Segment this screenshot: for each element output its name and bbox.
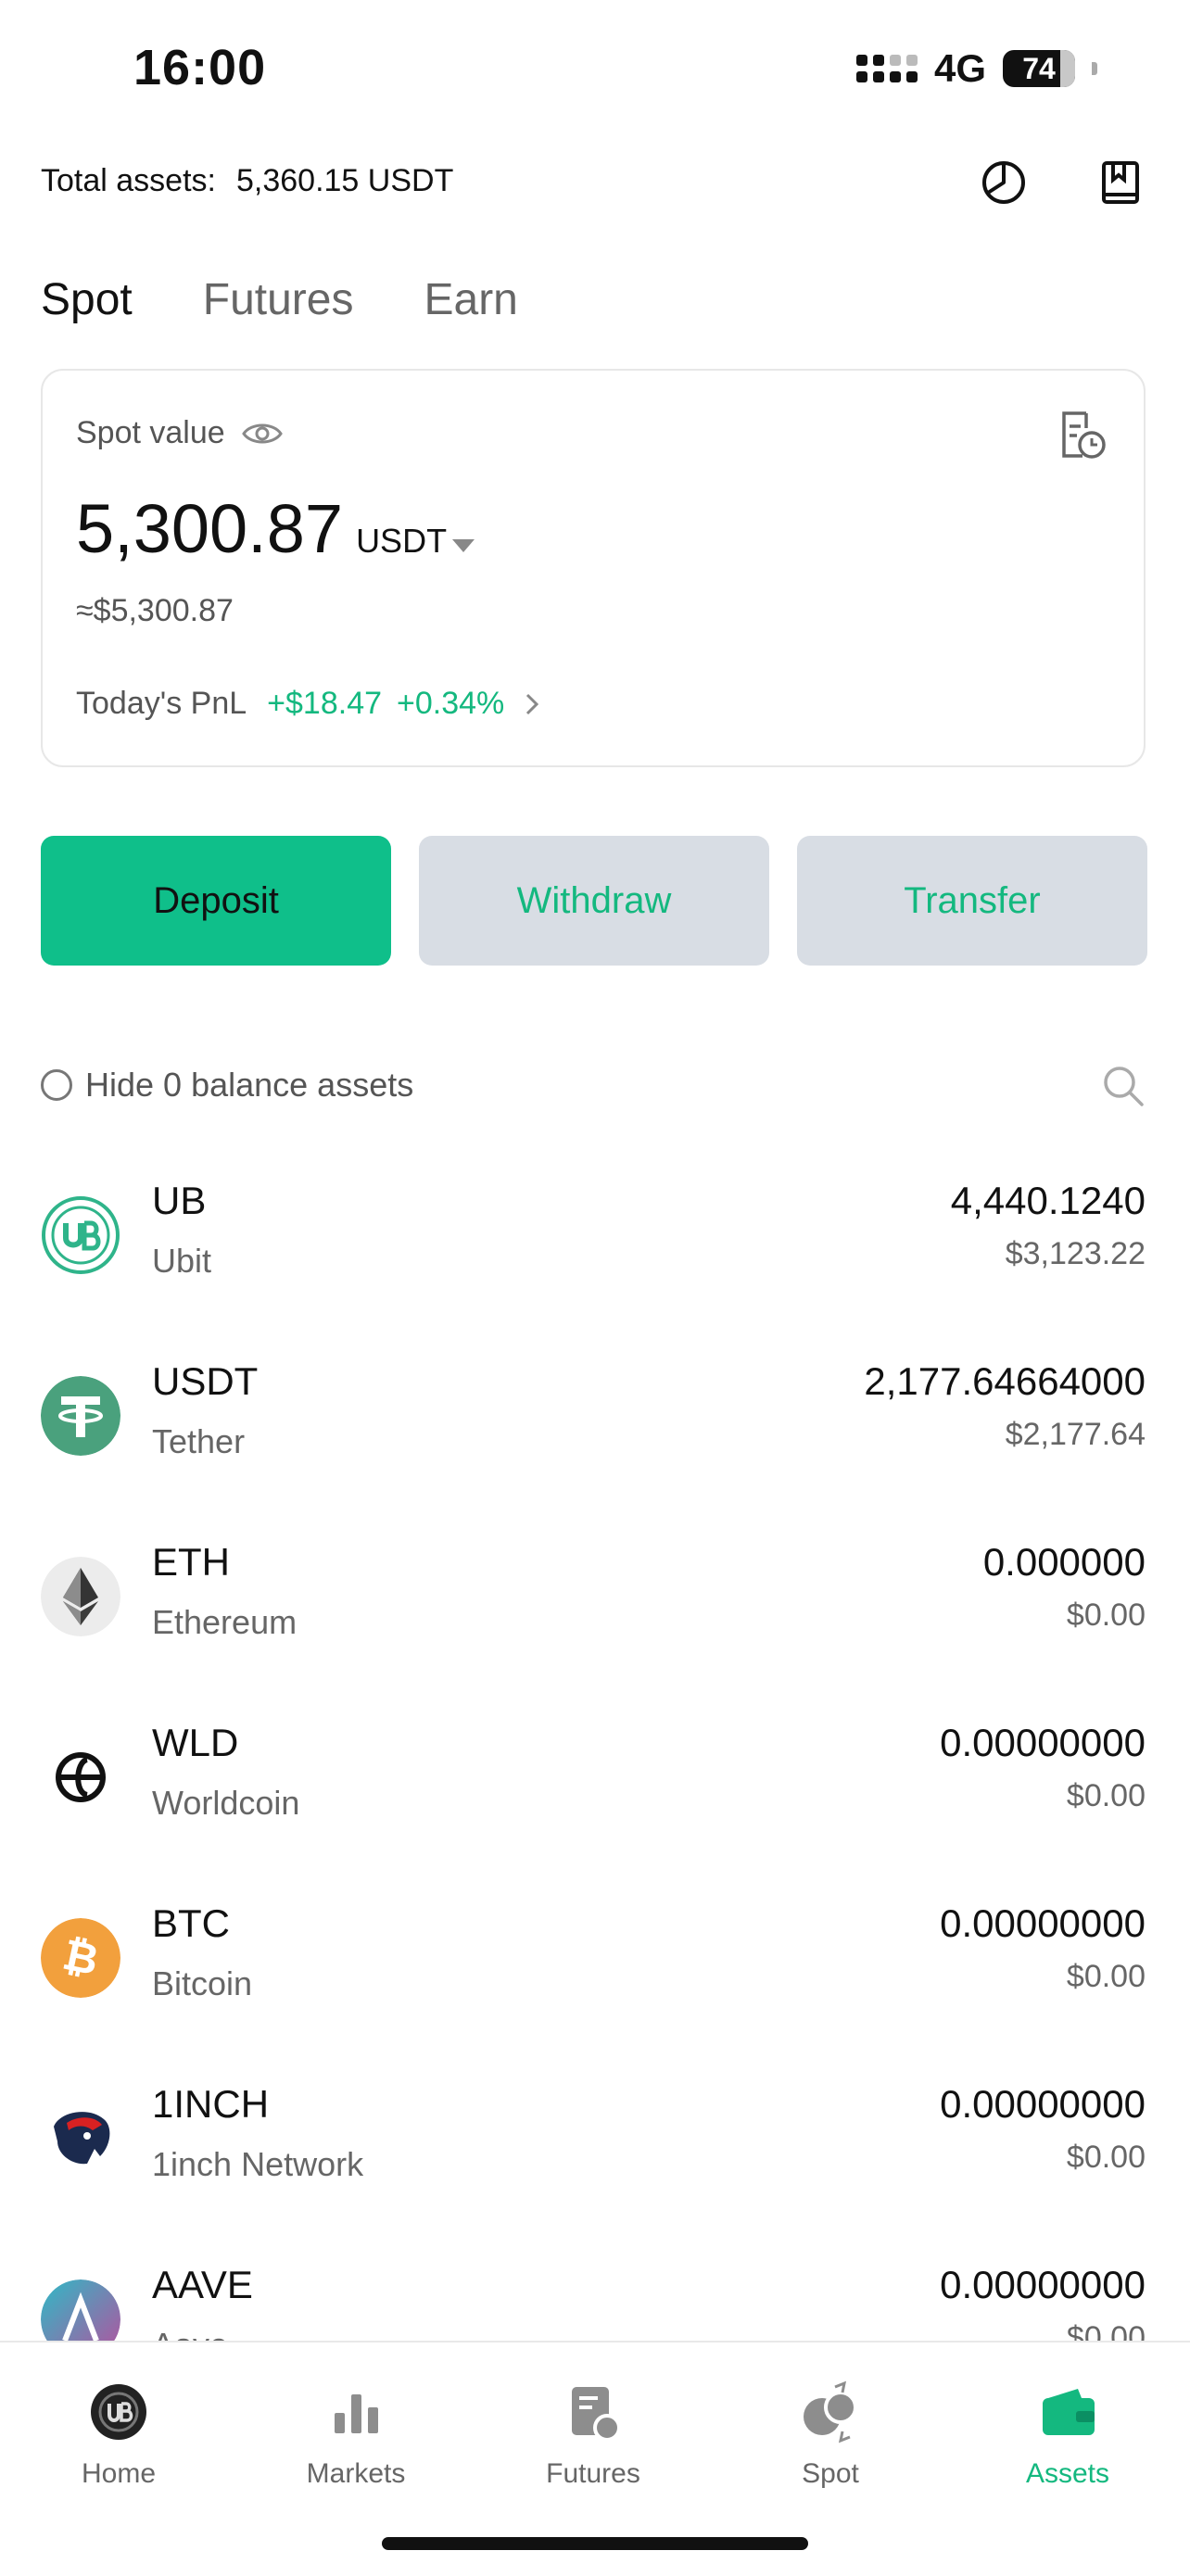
chevron-right-icon [526,693,539,714]
pie-chart-icon[interactable] [979,158,1029,208]
spot-value-number: 5,300.87 [76,490,344,567]
asset-usd-value: $3,123.22 [1005,1236,1146,1271]
nav-markets-label: Markets [306,2458,406,2489]
asset-usd-value: $0.00 [1066,2320,1146,2341]
tab-spot[interactable]: Spot [41,274,133,325]
asset-amount: 0.00000000 [940,1901,1146,1945]
withdraw-button[interactable]: Withdraw [419,836,769,966]
total-assets: Total assets: 5,360.15 USDT [41,163,453,199]
tab-futures[interactable]: Futures [203,274,354,325]
asset-name: Tether [152,1422,246,1460]
spot-value-card: Spot value 5,300.87 USDT ≈$5,300.87 Toda… [41,369,1146,767]
status-indicators: 4G 74 [855,46,1097,91]
nav-spot[interactable]: Spot [738,2380,923,2490]
pnl-amount: +$18.47 [267,686,383,721]
asset-row-btc[interactable]: ₿ BTC Bitcoin 0.00000000 $0.00 [41,1901,1146,2082]
transfer-button[interactable]: Transfer [797,836,1147,966]
spot-icon [804,2380,857,2443]
asset-usd-value: $0.00 [1066,2140,1146,2175]
pnl-percent: +0.34% [397,686,505,721]
home-icon [91,2384,146,2440]
bar-chart-icon [335,2394,378,2433]
asset-row-wld[interactable]: WLD Worldcoin 0.00000000 $0.00 [41,1721,1146,1901]
spot-value-amount: 5,300.87 USDT [76,489,475,568]
asset-usd-value: $0.00 [1066,1959,1146,1994]
signal-icon [855,55,918,82]
nav-spot-label: Spot [802,2458,859,2489]
asset-row-eth[interactable]: ETH Ethereum 0.000000 $0.00 [41,1540,1146,1721]
hide-zero-balance-toggle[interactable]: Hide 0 balance assets [41,1066,413,1105]
currency-unit: USDT [356,522,448,560]
total-assets-label: Total assets: [41,163,216,198]
spot-value-header: Spot value [76,415,283,451]
spot-value-usd: ≈$5,300.87 [76,593,234,628]
1inch-icon [41,2099,120,2178]
nav-assets-label: Assets [1025,2458,1110,2489]
chevron-down-icon [452,539,475,552]
asset-symbol: 1INCH [152,2082,270,2126]
asset-symbol: BTC [152,1901,230,1945]
tether-icon [41,1376,120,1456]
nav-futures-label: Futures [546,2458,640,2489]
asset-usd-value: $0.00 [1066,1778,1146,1813]
asset-amount: 2,177.64664000 [864,1359,1146,1403]
nav-assets[interactable]: Assets [975,2380,1160,2490]
asset-amount: 0.000000 [982,1540,1146,1584]
asset-name: Bitcoin [152,1964,253,2002]
tab-earn[interactable]: Earn [424,274,517,325]
search-icon[interactable] [1101,1064,1146,1108]
eye-icon[interactable] [241,420,283,448]
asset-usd-value: $0.00 [1066,1597,1146,1633]
hide-zero-balance-label: Hide 0 balance assets [85,1066,414,1104]
radio-button[interactable] [41,1069,72,1101]
home-indicator[interactable] [382,2537,808,2550]
asset-usd-value: $2,177.64 [1005,1417,1146,1452]
asset-tabs: Spot Futures Earn [41,274,518,325]
history-report-icon[interactable] [1058,410,1107,461]
asset-row-ub[interactable]: UB Ubit 4,440.1240 $3,123.22 [41,1179,1146,1359]
asset-amount: 0.00000000 [940,2082,1146,2126]
aave-icon [41,2279,120,2341]
total-assets-value: 5,360.15 USDT [235,163,454,198]
battery-icon: 74 [1003,50,1075,87]
battery-tip [1092,62,1097,75]
asset-name: Worldcoin [152,1784,300,1822]
asset-symbol: UB [152,1179,207,1222]
asset-name: 1inch Network [152,2145,364,2183]
asset-name: Ethereum [152,1603,298,1641]
nav-home-label: Home [81,2458,157,2489]
pnl-label: Today's PnL [76,686,247,721]
asset-row-usdt[interactable]: USDT Tether 2,177.64664000 $2,177.64 [41,1359,1146,1540]
currency-selector[interactable]: USDT [356,522,475,561]
asset-amount: 0.00000000 [940,1721,1146,1764]
asset-amount: 0.00000000 [940,2263,1146,2306]
asset-symbol: AAVE [152,2263,253,2306]
todays-pnl[interactable]: Today's PnL +$18.47 +0.34% [76,686,539,722]
asset-row-aave[interactable]: AAVE Aave 0.00000000 $0.00 [41,2263,1146,2341]
asset-amount: 4,440.1240 [950,1179,1146,1222]
worldcoin-icon [41,1737,120,1817]
bitcoin-icon: ₿ [41,1918,120,1998]
asset-symbol: ETH [152,1540,230,1584]
asset-symbol: USDT [152,1359,259,1403]
battery-level: 74 [1022,51,1056,85]
status-time: 16:00 [133,40,267,95]
asset-name: Ubit [152,1242,212,1280]
nav-markets[interactable]: Markets [263,2380,449,2490]
ubit-icon [42,1196,120,1274]
futures-icon [572,2387,621,2442]
book-icon[interactable] [1095,158,1146,208]
nav-home[interactable]: Home [26,2380,211,2490]
deposit-button[interactable]: Deposit [41,836,391,966]
ethereum-icon [41,1557,120,1636]
spot-value-label: Spot value [76,415,225,450]
network-type: 4G [933,46,986,90]
nav-futures[interactable]: Futures [500,2380,686,2490]
asset-symbol: WLD [152,1721,239,1764]
wallet-icon [1043,2389,1095,2435]
asset-row-1inch[interactable]: 1INCH 1inch Network 0.00000000 $0.00 [41,2082,1146,2263]
asset-name: Aave [152,2326,228,2341]
